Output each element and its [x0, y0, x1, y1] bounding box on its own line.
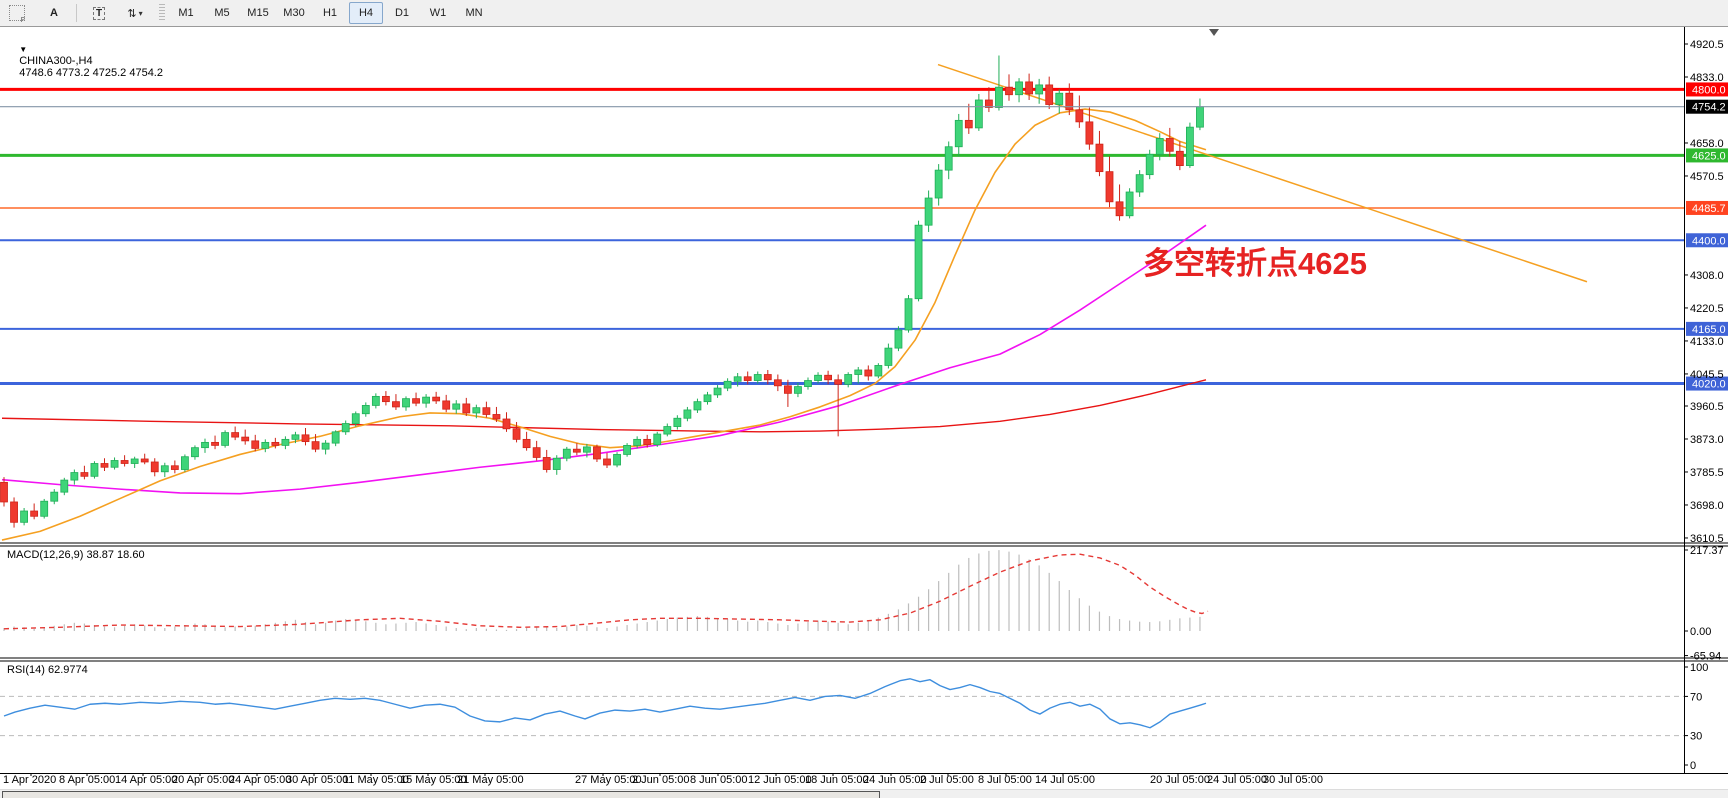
text-label-button[interactable]: T	[82, 2, 116, 24]
chevron-down-icon: ▾	[139, 9, 143, 18]
time-axis-label: 18 Jun 05:00	[805, 774, 869, 786]
toolbar: F A T ⇅ ▾ M1M5M15M30H1H4D1W1MN	[0, 0, 1728, 27]
insert-text-button[interactable]: A	[37, 2, 71, 24]
macd-tick-label: -65.94	[1690, 651, 1721, 663]
macd-indicator-label: MACD(12,26,9) 38.87 18.60	[7, 549, 145, 561]
letter-t-icon: T	[93, 7, 105, 20]
timeframe-button-m30[interactable]: M30	[277, 2, 311, 24]
rsi-tick-label: 100	[1690, 662, 1708, 674]
time-axis-label: 24 Jun 05:00	[863, 774, 927, 786]
time-axis-label: 12 Jun 05:00	[748, 774, 812, 786]
timeframe-button-m15[interactable]: M15	[241, 2, 275, 24]
price-tick-label: 4308.0	[1690, 270, 1724, 282]
price-tick-label: 3960.5	[1690, 401, 1724, 413]
price-level-badge-text: 4625.0	[1692, 150, 1726, 162]
ohlc-values: 4748.6 4773.2 4725.2 4754.2	[19, 67, 163, 79]
price-tick-label: 4920.5	[1690, 39, 1724, 51]
timeframe-button-w1[interactable]: W1	[421, 2, 455, 24]
symbol-name: CHINA300-,H4	[19, 55, 92, 67]
symbol-ohlc-label: ▼ CHINA300-,H4 4748.6 4773.2 4725.2 4754…	[7, 31, 163, 91]
cycle-arrows-icon: ⇅	[127, 7, 136, 20]
price-tick-label: 3785.5	[1690, 467, 1724, 479]
timeframe-button-h4[interactable]: H4	[349, 2, 383, 24]
toolbar-drag-handle[interactable]	[159, 4, 165, 22]
timeframe-button-mn[interactable]: MN	[457, 2, 491, 24]
price-tick-label: 4833.0	[1690, 72, 1724, 84]
timeframe-button-m1[interactable]: M1	[169, 2, 203, 24]
price-tick-label: 3873.0	[1690, 434, 1724, 446]
collapse-triangle-icon[interactable]: ▼	[19, 45, 27, 54]
time-axis-label: 30 Jul 05:00	[1263, 774, 1323, 786]
rsi-line	[4, 679, 1206, 728]
letter-a-icon: A	[50, 7, 58, 19]
time-axis-label: 20 Apr 05:00	[172, 774, 234, 786]
toolbar-separator	[76, 4, 77, 22]
price-level-badge-text: 4485.7	[1692, 203, 1726, 215]
rsi-indicator-label: RSI(14) 62.9774	[7, 664, 88, 676]
cycle-symbols-button[interactable]: ⇅ ▾	[118, 2, 152, 24]
time-axis-label: 21 May 05:00	[457, 774, 524, 786]
candles-layer	[1, 56, 1204, 528]
ma-fast-line	[2, 109, 1206, 540]
horizontal-scrollbar[interactable]	[0, 789, 1728, 798]
pointer-grid-button[interactable]: F	[1, 2, 35, 24]
macd-tick-label: 0.00	[1690, 626, 1711, 638]
chart-shift-marker-icon	[1209, 29, 1219, 36]
ma-slow-line	[2, 380, 1206, 432]
time-axis-label: 8 Jul 05:00	[978, 774, 1032, 786]
time-axis-label: 24 Jul 05:00	[1207, 774, 1267, 786]
time-axis-label: 20 Jul 05:00	[1150, 774, 1210, 786]
price-tick-label: 4220.5	[1690, 303, 1724, 315]
macd-histogram	[4, 550, 1200, 631]
time-axis-label: 14 Jul 05:00	[1035, 774, 1095, 786]
time-axis-label: 11 May 05:00	[343, 774, 409, 786]
price-level-badge-text: 4800.0	[1692, 84, 1726, 96]
rsi-tick-label: 30	[1690, 731, 1702, 743]
timeframe-button-m5[interactable]: M5	[205, 2, 239, 24]
timeframe-button-h1[interactable]: H1	[313, 2, 347, 24]
rsi-tick-label: 0	[1690, 760, 1696, 772]
grid-icon: F	[9, 5, 25, 21]
time-axis-label: 1 Apr 2020	[3, 774, 56, 786]
timeframe-button-group: M1M5M15M30H1H4D1W1MN	[168, 2, 492, 24]
time-axis-label: 8 Jun 05:00	[690, 774, 748, 786]
price-level-badge-text: 4400.0	[1692, 235, 1726, 247]
time-axis-label: 2 Jun 05:00	[632, 774, 690, 786]
rsi-tick-label: 70	[1690, 691, 1702, 703]
ma-mid-line	[2, 225, 1206, 493]
time-axis-label: 14 Apr 05:00	[115, 774, 177, 786]
price-tick-label: 3698.0	[1690, 500, 1724, 512]
time-axis-label: 2 Jul 05:00	[920, 774, 974, 786]
price-level-badge-text: 4165.0	[1692, 324, 1726, 336]
macd-signal-line	[4, 554, 1208, 629]
timeframe-button-d1[interactable]: D1	[385, 2, 419, 24]
chart-text-annotation[interactable]: 多空转折点4625	[1143, 238, 1367, 283]
time-axis-label: 30 Apr 05:00	[286, 774, 348, 786]
chart-canvas[interactable]: 4800.04625.04485.74400.04165.04020.04920…	[0, 0, 1728, 798]
time-axis-label: 24 Apr 05:00	[229, 774, 291, 786]
mt4-window: F A T ⇅ ▾ M1M5M15M30H1H4D1W1MN 4800.0 462…	[0, 0, 1728, 798]
price-tick-label: 4133.0	[1690, 336, 1724, 348]
macd-tick-label: 217.37	[1690, 545, 1724, 557]
price-tick-label: 4570.5	[1690, 171, 1724, 183]
price-tick-label: 4045.5	[1690, 369, 1724, 381]
current-price-badge-text: 4754.2	[1692, 102, 1726, 114]
price-tick-label: 4658.0	[1690, 138, 1724, 150]
scrollbar-thumb[interactable]	[2, 791, 880, 798]
